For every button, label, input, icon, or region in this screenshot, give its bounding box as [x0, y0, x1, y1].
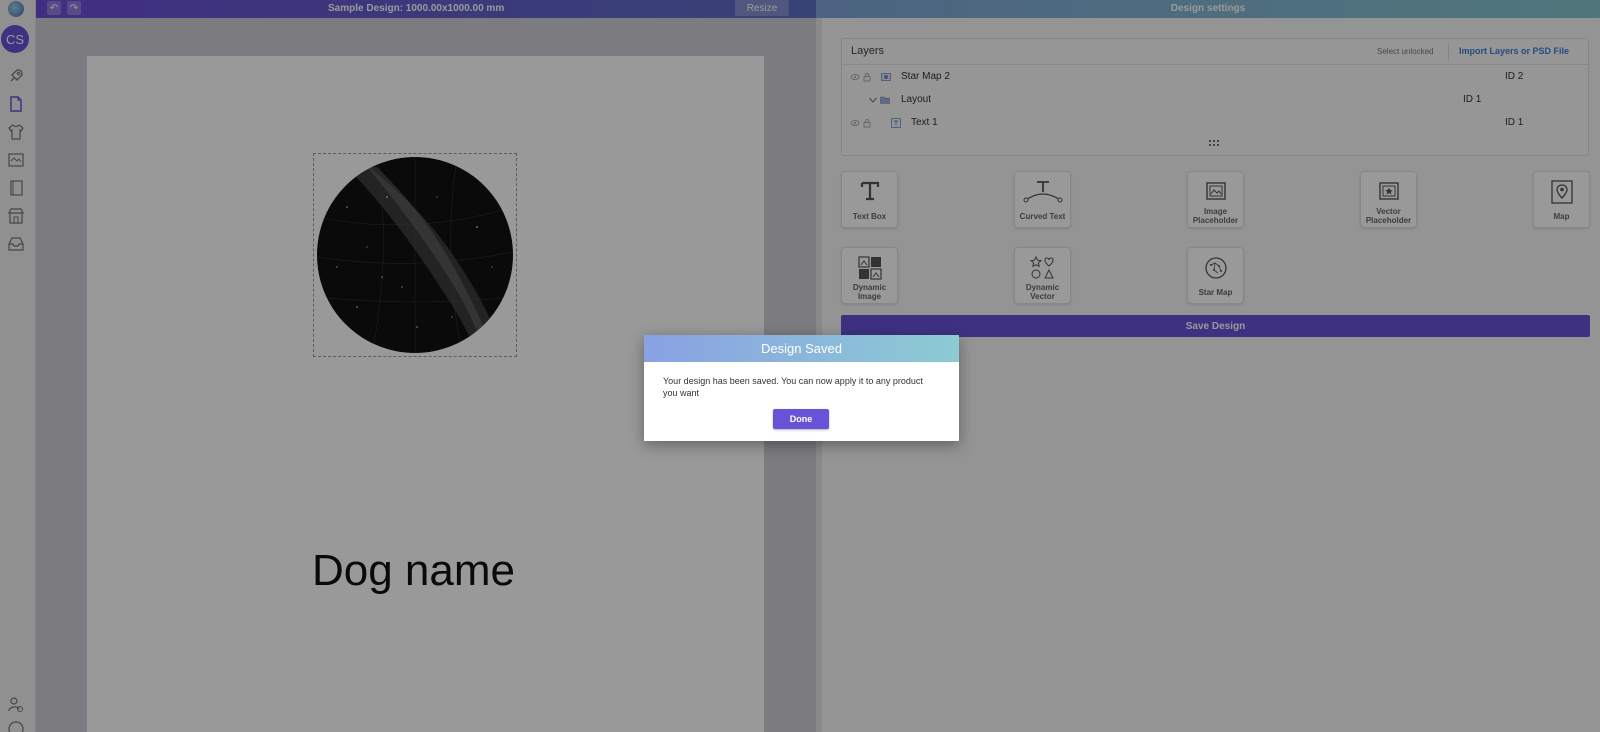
dialog-message: Your design has been saved. You can now … [663, 376, 923, 398]
done-button[interactable]: Done [773, 409, 829, 429]
design-saved-dialog: Design Saved Your design has been saved.… [644, 335, 959, 441]
dialog-title: Design Saved [644, 335, 959, 362]
